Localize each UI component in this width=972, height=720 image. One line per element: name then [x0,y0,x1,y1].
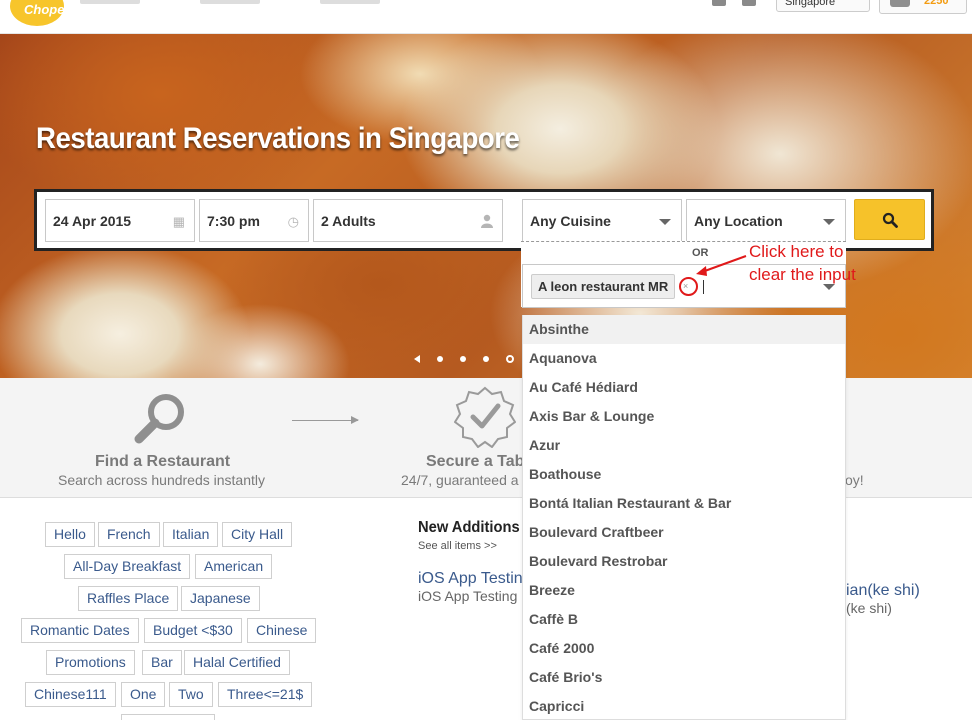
points-count: 2250 [924,0,949,7]
autocomplete-option[interactable]: Caffè B [523,605,845,634]
step-enjoy-subtitle: oy! [845,472,864,488]
autocomplete-option[interactable]: Absinthe [523,315,845,344]
slider-dots [414,355,514,363]
autocomplete-option[interactable]: Boathouse [523,460,845,489]
tag-link[interactable]: Three<=21$ [218,682,313,707]
slider-dot[interactable] [483,356,489,362]
badge-check-icon [454,386,516,448]
tag-link[interactable]: Bar [142,650,182,675]
new-addition-link[interactable]: ian(ke shi) [846,582,920,600]
autocomplete-option[interactable]: Boulevard Craftbeer [523,518,845,547]
annotation-arrow [696,255,747,276]
slider-prev-icon[interactable] [414,355,420,363]
restaurant-chip-label: A leon restaurant MR [538,279,669,294]
chevron-down-icon [823,219,835,225]
autocomplete-option[interactable]: Café 2000 [523,634,845,663]
tag-link[interactable] [121,714,215,720]
nav-link[interactable] [320,0,380,4]
party-size-value: 2 Adults [321,213,376,229]
date-value: 24 Apr 2015 [53,213,132,229]
location-select[interactable]: Any Location [686,199,846,242]
step-secure-title: Secure a Tab [426,453,525,470]
tag-link[interactable]: Chinese111 [25,682,116,707]
step-arrow [292,416,359,424]
city-select[interactable]: Singapore [776,0,870,12]
time-field[interactable]: 7:30 pm ◷ [199,199,309,242]
autocomplete-option[interactable]: Boulevard Restrobar [523,547,845,576]
gift-icon[interactable] [712,0,726,6]
tag-link[interactable]: Japanese [181,586,260,611]
tag-link[interactable]: Budget <$30 [144,618,242,643]
new-additions-title: New Additions [418,519,520,536]
slider-dot[interactable] [437,356,443,362]
tag-link[interactable]: Italian [163,522,219,547]
autocomplete-option[interactable]: Aquanova [523,344,845,373]
tag-link[interactable]: Hello [45,522,95,547]
page: Chope Singapore 2250 Restaurant Reservat… [0,0,972,720]
cuisine-select[interactable]: Any Cuisine [522,199,682,242]
user-menu-button[interactable]: 2250 [879,0,967,14]
autocomplete-option[interactable]: Capricci [523,692,845,719]
tag-link[interactable]: Two [169,682,213,707]
tag-link[interactable]: French [98,522,160,547]
nav-link[interactable] [80,0,140,4]
party-size-field[interactable]: 2 Adults [313,199,503,242]
top-navbar: Chope Singapore 2250 [0,0,972,34]
annotation-text: Click here to clear the input [749,242,856,284]
chope-logo[interactable]: Chope [10,0,64,26]
restaurant-chip: A leon restaurant MR [531,274,676,299]
autocomplete-option[interactable]: Au Café Hédiard [523,373,845,402]
slider-dot-active[interactable] [506,355,514,363]
new-addition-subtitle: (ke shi) [846,600,892,616]
step-find-subtitle: Search across hundreds instantly [58,472,265,488]
person-icon [481,214,493,231]
new-addition-subtitle: iOS App Testing [418,588,518,604]
search-button[interactable] [854,199,925,240]
tag-link[interactable]: Romantic Dates [21,618,139,643]
location-value: Any Location [694,213,783,229]
tag-link[interactable]: City Hall [222,522,293,547]
logo-text: Chope [24,2,65,17]
chevron-down-icon [659,219,671,225]
tag-link[interactable]: Promotions [46,650,135,675]
see-all-link[interactable]: See all items >> [418,540,497,552]
restaurant-autocomplete-list: Absinthe Aquanova Au Café Hédiard Axis Bar … [522,315,846,720]
clock-icon: ◷ [287,214,299,229]
nav-link[interactable] [200,0,260,4]
autocomplete-option[interactable]: Bontá Italian Restaurant & Bar [523,489,845,518]
tag-link[interactable]: Halal Certified [184,650,290,675]
hero-title: Restaurant Reservations in Singapore [36,122,520,155]
search-icon [882,212,898,228]
step-secure-subtitle: 24/7, guaranteed a [401,472,519,488]
autocomplete-option[interactable]: Axis Bar & Lounge [523,402,845,431]
tag-link[interactable]: Raffles Place [78,586,179,611]
nav-links [80,0,380,4]
apple-icon[interactable] [742,0,756,6]
magnifier-icon [134,394,184,444]
time-value: 7:30 pm [207,213,260,229]
tag-link[interactable]: American [195,554,273,579]
new-addition-link[interactable]: iOS App Testin [418,570,523,588]
tag-link[interactable]: All-Day Breakfast [64,554,191,579]
cuisine-value: Any Cuisine [530,213,611,229]
autocomplete-option[interactable]: Breeze [523,576,845,605]
date-field[interactable]: 24 Apr 2015 ▦ [45,199,195,242]
tag-link[interactable]: Chinese [247,618,317,643]
autocomplete-option[interactable]: Azur [523,431,845,460]
tag-link[interactable]: One [121,682,166,707]
step-find-title: Find a Restaurant [95,453,231,470]
calendar-icon: ▦ [172,214,185,229]
user-icon [890,0,910,7]
autocomplete-option[interactable]: Café Brio's [523,663,845,692]
text-cursor [703,280,704,294]
slider-dot[interactable] [460,356,466,362]
